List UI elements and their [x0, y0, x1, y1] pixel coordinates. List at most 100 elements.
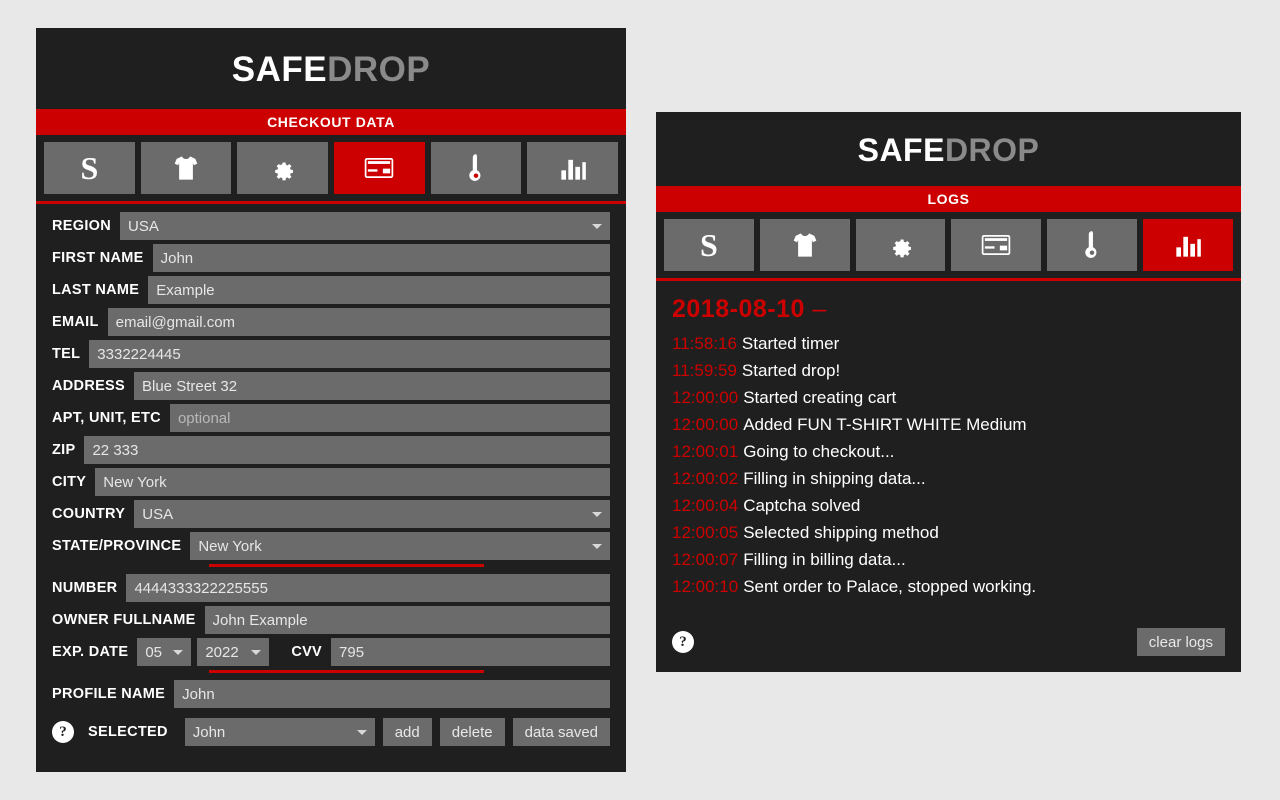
letter-s-icon: S [80, 150, 99, 186]
email-input[interactable]: email@gmail.com [107, 308, 610, 336]
log-entry: 12:00:01 Going to checkout... [672, 438, 1225, 465]
logo-part-safe: SAFE [231, 50, 328, 89]
cvv-input[interactable]: 795 [331, 638, 610, 666]
zip-input[interactable]: 22 333 [84, 436, 610, 464]
add-profile-button[interactable]: add [382, 718, 432, 746]
label-cvv: CVV [291, 644, 323, 660]
log-entry-time: 12:00:07 [672, 550, 739, 569]
letter-s-icon: S [700, 227, 718, 263]
row-city: CITY New York [52, 468, 610, 496]
log-entry-message: Started drop! [741, 361, 841, 380]
tab-settings[interactable] [855, 219, 946, 271]
card-number-input[interactable]: 4444333322225555 [126, 574, 610, 602]
tab-monitor[interactable] [1047, 219, 1138, 271]
tel-input[interactable]: 3332224445 [89, 340, 610, 368]
city-input[interactable]: New York [95, 468, 610, 496]
region-value: USA [128, 217, 159, 235]
last-name-input[interactable]: Example [148, 276, 610, 304]
tshirt-icon [791, 231, 819, 259]
tab-checkout-data[interactable] [951, 219, 1042, 271]
checkout-form: REGION USA FIRST NAME John LAST NAME Exa… [36, 204, 626, 708]
chevron-down-icon [592, 224, 602, 229]
profile-select-value: John [192, 723, 226, 741]
app-logo: SAFEDROP [36, 28, 626, 109]
label-profile-name: PROFILE NAME [52, 686, 166, 702]
log-entry-message: Filling in billing data... [743, 550, 906, 569]
country-select[interactable]: USA [134, 500, 610, 528]
tab-stripe[interactable]: S [664, 219, 754, 271]
log-entry-time: 12:00:10 [672, 577, 739, 596]
checkout-panel: SAFEDROP CHECKOUT DATA S REGION USA FIRS… [36, 28, 626, 772]
row-profile-name: PROFILE NAME John [52, 680, 610, 708]
profile-select[interactable]: John [184, 718, 375, 746]
logs-section-title: LOGS [656, 186, 1241, 212]
log-entry-time: 12:00:01 [672, 442, 739, 461]
logs-panel: SAFEDROP LOGS S 2018-08-10 – 11:58:16 St… [656, 112, 1241, 672]
tab-checkout-data[interactable] [334, 142, 425, 194]
row-zip: ZIP 22 333 [52, 436, 610, 464]
app-logo: SAFEDROP [656, 112, 1241, 186]
region-select[interactable]: USA [120, 212, 610, 240]
chevron-down-icon [592, 512, 602, 517]
row-exp-date: EXP. DATE 05 2022 CVV 795 [52, 638, 610, 666]
exp-month-select[interactable]: 05 [137, 638, 192, 666]
label-exp-date: EXP. DATE [52, 644, 129, 660]
log-list: 2018-08-10 – 11:58:16 Started timer 11:59:… [656, 281, 1241, 619]
log-entry-time: 11:59:59 [672, 361, 737, 380]
log-entry: 12:00:00 Added FUN T-SHIRT WHITE Medium [672, 411, 1225, 438]
log-date-dash: – [812, 295, 827, 323]
first-name-input[interactable]: John [152, 244, 610, 272]
log-entry-message: Started timer [741, 334, 840, 353]
label-country: COUNTRY [52, 506, 126, 522]
log-entry-time: 12:00:00 [672, 415, 739, 434]
help-icon[interactable]: ? [52, 721, 74, 743]
row-card-number: NUMBER 4444333322225555 [52, 574, 610, 602]
label-tel: TEL [52, 346, 81, 362]
delete-profile-button[interactable]: delete [439, 718, 505, 746]
tab-settings[interactable] [237, 142, 329, 194]
profile-name-input[interactable]: John [174, 680, 610, 708]
tshirt-icon [172, 154, 200, 182]
log-date-value: 2018-08-10 [672, 295, 805, 323]
tab-monitor[interactable] [430, 142, 522, 194]
label-region: REGION [52, 218, 111, 234]
logs-footer: ? clear logs [656, 628, 1241, 656]
label-zip: ZIP [52, 442, 76, 458]
row-email: EMAIL email@gmail.com [52, 308, 610, 336]
log-entry-message: Selected shipping method [743, 523, 939, 542]
log-entry: 11:59:59 Started drop! [672, 357, 1225, 384]
label-email: EMAIL [52, 314, 99, 330]
state-value: New York [198, 537, 262, 555]
logo-part-drop: DROP [944, 132, 1040, 168]
tab-stripe[interactable]: S [44, 142, 135, 194]
owner-input[interactable]: John Example [204, 606, 610, 634]
label-apt: APT, UNIT, ETC [52, 410, 161, 426]
log-entry-message: Added FUN T-SHIRT WHITE Medium [743, 415, 1027, 434]
checkout-tab-bar: S [36, 135, 626, 204]
apt-input[interactable]: optional [169, 404, 610, 432]
credit-card-icon [981, 230, 1011, 260]
tab-logs[interactable] [527, 142, 619, 194]
row-region: REGION USA [52, 212, 610, 240]
log-entry: 11:58:16 Started timer [672, 330, 1225, 357]
tab-product[interactable] [140, 142, 232, 194]
log-entry: 12:00:10 Sent order to Palace, stopped wo… [672, 573, 1225, 600]
save-status-button[interactable]: data saved [512, 718, 610, 746]
log-date-header: 2018-08-10 – [672, 295, 1225, 324]
clear-logs-button[interactable]: clear logs [1136, 628, 1225, 656]
address-input[interactable]: Blue Street 32 [134, 372, 610, 400]
tab-product[interactable] [759, 219, 850, 271]
log-entry-time: 12:00:02 [672, 469, 739, 488]
log-entry-message: Going to checkout... [743, 442, 895, 461]
thermometer-icon [1079, 230, 1105, 260]
tab-logs[interactable] [1143, 219, 1233, 271]
chevron-down-icon [592, 544, 602, 549]
help-icon[interactable]: ? [672, 631, 694, 653]
chevron-down-icon [356, 730, 367, 735]
exp-month-value: 05 [145, 643, 162, 661]
row-last-name: LAST NAME Example [52, 276, 610, 304]
row-state: STATE/PROVINCE New York [52, 532, 610, 560]
exp-year-select[interactable]: 2022 [197, 638, 270, 666]
state-select[interactable]: New York [190, 532, 610, 560]
row-owner: OWNER FULLNAME John Example [52, 606, 610, 634]
